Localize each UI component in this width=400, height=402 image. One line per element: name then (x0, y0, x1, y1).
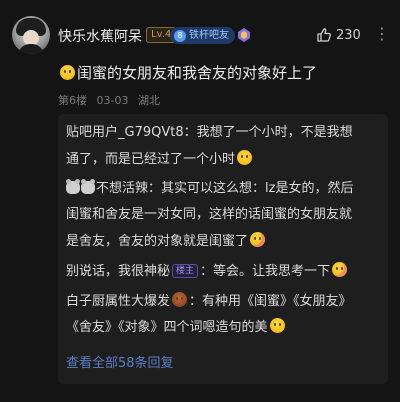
reply-text: 其实可以这么想：lz是女的，然后 (161, 181, 354, 196)
reply-item-continuation: 《舍友》《对象》四个词嗯造句的美 (66, 318, 287, 337)
post-meta: 第6楼 03-03 湖北 (58, 92, 166, 108)
reply-item-continuation: 通了，而是已经过了一个小时 (66, 150, 254, 169)
smile-emoji-icon (60, 65, 75, 80)
like-button[interactable]: 230 (316, 27, 361, 43)
thinking-emoji-icon (332, 262, 348, 277)
floor-number: 第6楼 (58, 94, 87, 107)
mouse-emoji-icon (66, 179, 80, 194)
thumbs-up-icon (317, 28, 332, 42)
view-all-replies-link[interactable]: 查看全部58条回复 (66, 352, 174, 371)
reply-text: 等会。让我思考一下 (213, 264, 331, 279)
reply-text: 我想了一个小时，不是我想 (196, 125, 353, 140)
decoration-icon (238, 28, 250, 42)
more-options-icon[interactable]: ⋮ (374, 26, 390, 42)
user-avatar[interactable] (12, 16, 50, 54)
reply-item[interactable]: 别说话，我很神秘 楼主 ：等会。让我思考一下 (66, 262, 349, 281)
reply-item-continuation: 是舍友，舍友的对象就是闺蜜了 (66, 232, 267, 251)
blush-emoji-icon (250, 232, 266, 247)
fan-badge-label: 铁杆吧友 (189, 30, 229, 41)
wink-emoji-icon (269, 318, 285, 333)
reply-list: 贴吧用户_G79QVt8：我想了一个小时，不是我想 通了，而是已经过了一个小时 … (58, 114, 388, 384)
reply-item-continuation: 闺蜜和舍友是一对女同，这样的话闺蜜的女朋友就 (66, 207, 353, 222)
like-count: 230 (336, 27, 361, 43)
post-date: 03-03 (96, 94, 129, 107)
smile-emoji-icon (237, 150, 253, 165)
post-title: 闺蜜的女朋友和我舍友的对象好上了 (58, 62, 317, 83)
fan-badge: 8 铁杆吧友 (170, 27, 235, 44)
post-location: 湖北 (137, 94, 160, 107)
host-tag: 楼主 (172, 264, 199, 278)
reply-username[interactable]: 白子厨属性大爆发 (66, 294, 170, 309)
reply-username[interactable]: 不想活辣 (96, 181, 148, 196)
reply-item[interactable]: 贴吧用户_G79QVt8：我想了一个小时，不是我想 (66, 124, 353, 142)
reply-item[interactable]: 白子厨属性大爆发 ：有种用《闺蜜》《女朋友》 (66, 292, 352, 311)
reply-item[interactable]: 不想活辣：其实可以这么想：lz是女的，然后 (66, 179, 354, 198)
reply-username[interactable]: 贴吧用户_G79QVt8 (66, 125, 184, 140)
fan-badge-icon: 8 (174, 29, 186, 42)
reply-text: 有种用《闺蜜》《女朋友》 (202, 294, 352, 309)
brown-emoji-icon (172, 292, 188, 307)
mouse-emoji-icon (81, 179, 95, 194)
username[interactable]: 快乐水蕉阿呆 (58, 26, 142, 46)
reply-username[interactable]: 别说话，我很神秘 (66, 264, 170, 279)
